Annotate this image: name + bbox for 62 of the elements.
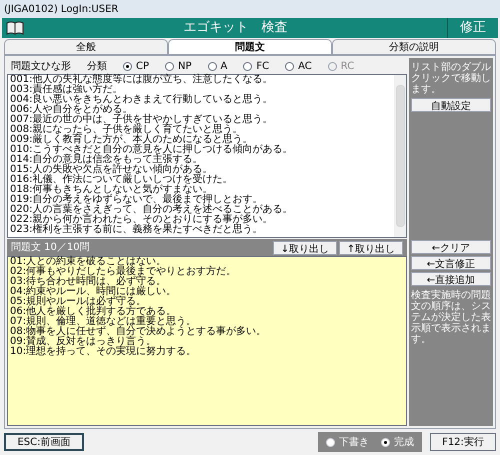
category-label: 分類 — [87, 60, 107, 74]
radio-label: 完成 — [394, 436, 414, 450]
radio-button[interactable] — [285, 62, 294, 70]
list-item[interactable]: 02:何事もやりだしたら最後までやりとおす方だ。 — [10, 267, 406, 277]
count-label: 問題文 10／10問 — [11, 240, 91, 255]
move-button[interactable]: ↑取り出し — [339, 240, 403, 254]
tab[interactable]: 問題文 — [168, 39, 332, 55]
tab[interactable]: 全般 — [4, 39, 168, 55]
list-item[interactable]: 006:人や自分をとがめる。 — [10, 105, 394, 115]
radio-button[interactable] — [208, 62, 217, 70]
radio-label: AC — [298, 60, 312, 74]
template-list[interactable] — [7, 74, 407, 238]
action-button[interactable]: ←文言修正 — [411, 256, 491, 270]
list-item[interactable]: 014:自分の意見は信念をもって主張する。 — [10, 155, 394, 165]
list-item[interactable]: 016:礼儀、作法について厳しいしつけを受けた。 — [10, 175, 394, 185]
mode-label: 修正 — [447, 18, 494, 38]
radio-label: CP — [136, 60, 150, 74]
radio-label: NP — [178, 60, 192, 74]
list-item[interactable]: 015:人の失敗や欠点を許せない傾向がある。 — [10, 165, 394, 175]
list-item[interactable]: 10:理想を持って、その実現に努力する。 — [10, 347, 406, 357]
list-item[interactable]: 010:こうすべきだと自分の意見を人に押しつける傾向がある。 — [10, 145, 394, 155]
hint-text: リスト部のダブルクリックで移動します。 — [411, 62, 491, 95]
list-item[interactable]: 09:賛成、反対をはっきり言う。 — [10, 337, 406, 347]
list-item[interactable]: 003:責任感は強い方だ。 — [10, 85, 394, 95]
list-item[interactable]: 020:人の言葉をさえぎって、自分の考えを述べることがある。 — [10, 205, 394, 215]
book-icon — [6, 21, 24, 35]
list-item[interactable]: 001:他人の失礼な態度等には腹が立ち、注意したくなる。 — [10, 75, 394, 85]
list-item[interactable]: 007:最近の世の中は、子供を甘やかしすぎていると思う。 — [10, 115, 394, 125]
run-button[interactable]: F12:実行 — [430, 433, 496, 451]
note-text: 検査実施時の問題文の順序は、システムが決定した表示順で表示されます。 — [411, 290, 491, 345]
list-item[interactable]: 03:待ち合わせ時間は、必ず守る。 — [10, 277, 406, 287]
template-label: 問題文ひな形 — [11, 60, 71, 74]
radio-button[interactable] — [243, 62, 252, 70]
move-button[interactable]: ↓取り出し — [273, 240, 337, 254]
radio-label: 下書き — [339, 436, 369, 450]
list-item[interactable]: 08:物事を人に任せず、自分で決めようとする事が多い。 — [10, 327, 406, 337]
radio-label: A — [220, 60, 228, 74]
list-item[interactable]: 023:権利を主張する前に、義務を果たすべきだと思う。 — [10, 225, 394, 235]
list-item[interactable]: 06:他人を厳しく批判する方である。 — [10, 307, 406, 317]
list-item[interactable]: 022:親から何か言われたら、そのとおりにする事が多い。 — [10, 215, 394, 225]
screen-title: エゴキット 検査 — [182, 19, 288, 38]
list-item[interactable]: 05:規則やルールは必ず守る。 — [10, 297, 406, 307]
list-item[interactable]: 01:人との約束を破ることはない。 — [10, 257, 406, 267]
list-item[interactable]: 019:自分の考えをゆずらないで、最後まで押しとおす。 — [10, 195, 394, 205]
action-button[interactable]: ←クリア — [411, 240, 491, 254]
radio-button[interactable] — [123, 62, 132, 70]
list-item[interactable]: 04:約束やルール、時間には厳しい。 — [10, 287, 406, 297]
list-item[interactable]: 07:規則、倫理、道徳などは重要と思う。 — [10, 317, 406, 327]
action-button[interactable]: ←直接追加 — [411, 272, 491, 286]
list-item[interactable]: 008:親になったら、子供を厳しく育てたいと思う。 — [10, 125, 394, 135]
tab[interactable]: 分類の説明 — [332, 39, 496, 55]
list-item[interactable]: 018:何事もきちんとしないと気がすまない。 — [10, 185, 394, 195]
selected-list[interactable] — [7, 256, 407, 426]
radio-button[interactable] — [165, 62, 174, 70]
radio-label: FC — [256, 60, 270, 74]
auto-set-button[interactable]: 自動設定 — [411, 98, 491, 112]
window-title: (JIGA0102) LogIn:USER — [0, 0, 500, 18]
radio-label: RC — [340, 60, 354, 74]
list-item[interactable]: 004:良い悪いをきちんとわきまえて行動していると思う。 — [10, 95, 394, 105]
back-button[interactable]: ESC:前画面 — [4, 433, 84, 451]
scrollbar[interactable] — [394, 75, 406, 237]
list-item[interactable]: 009:厳しく教育した方が、本人のためになると思う。 — [10, 135, 394, 145]
